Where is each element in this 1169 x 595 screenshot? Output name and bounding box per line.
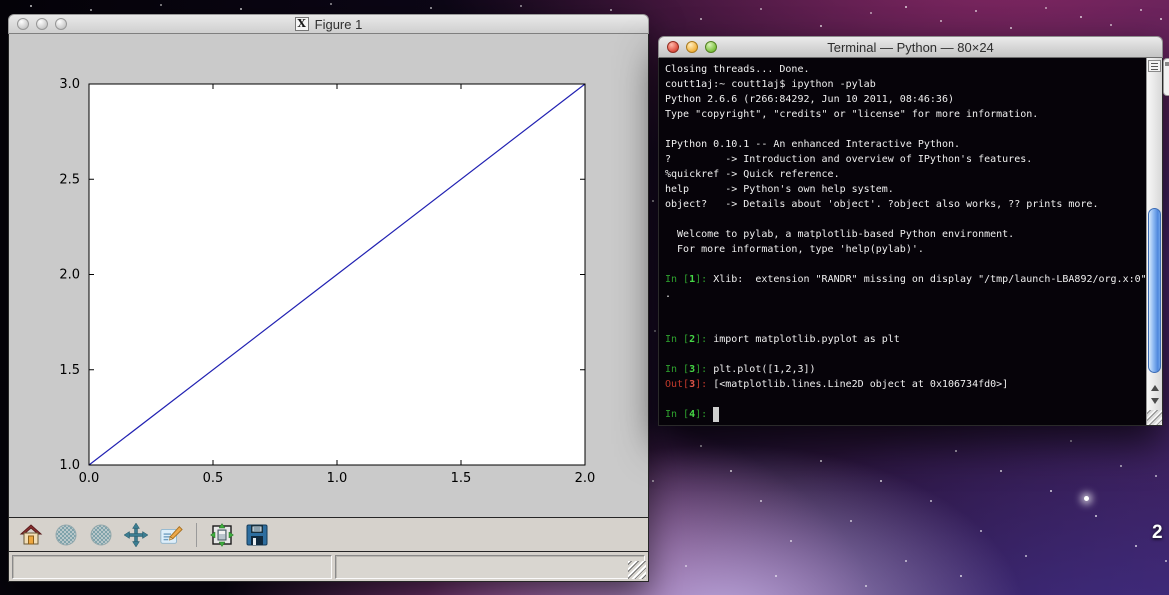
- toolbar-separator: [196, 522, 197, 547]
- terminal-line: coutt1aj:~ coutt1aj$ ipython -pylab: [665, 79, 876, 90]
- x-tick-label: 1.5: [451, 471, 472, 486]
- matplotlib-toolbar: [9, 517, 648, 551]
- save-icon[interactable]: [245, 523, 269, 547]
- scroll-down-arrow-icon[interactable]: [1147, 394, 1162, 407]
- figure-statusbar: [9, 551, 648, 581]
- terminal-line: %quickref -> Quick reference.: [665, 169, 840, 180]
- terminal-line: In [4]:: [665, 407, 1146, 422]
- x-tick-label: 2.0: [575, 471, 596, 486]
- terminal-window: Terminal — Python — 80×24 Closing thread…: [658, 36, 1163, 426]
- figure-body: 0.0 0.5 1.0 1.5 2.0 1.0 1.5 2.0 2.5 3.0: [8, 34, 649, 582]
- terminal-line: Closing threads... Done.: [665, 64, 810, 75]
- figure-window-title: Figure 1: [314, 16, 363, 32]
- terminal-line: .: [665, 289, 672, 300]
- terminal-text[interactable]: Closing threads... Done. coutt1aj:~ coutt…: [659, 58, 1146, 425]
- x11-icon: X: [294, 17, 309, 31]
- y-tick-label: 1.5: [59, 363, 80, 378]
- terminal-line: In [2]: import matplotlib.pyplot as plt: [665, 334, 900, 345]
- terminal-line: Python 2.6.6 (r266:84292, Jun 10 2011, 0…: [665, 94, 954, 105]
- x-tick-label: 1.0: [327, 471, 348, 486]
- desktop-icon-label: 2: [1152, 522, 1163, 543]
- terminal-line: In [3]: plt.plot([1,2,3]): [665, 364, 816, 375]
- zoom-rect-icon[interactable]: [159, 523, 183, 547]
- scrollbar-widget-icon[interactable]: [1148, 60, 1161, 72]
- subplots-icon[interactable]: [210, 522, 234, 547]
- terminal-line: In [1]: Xlib: extension "RANDR" missing …: [665, 274, 1146, 285]
- terminal-scrollbar[interactable]: [1146, 58, 1162, 425]
- terminal-line: Welcome to pylab, a matplotlib-based Pyt…: [665, 229, 1015, 240]
- terminal-cursor: [713, 407, 720, 422]
- figure-resize-grip[interactable]: [628, 561, 646, 579]
- terminal-line: object? -> Details about 'object'. ?obje…: [665, 199, 1099, 210]
- forward-icon[interactable]: [89, 523, 113, 547]
- figure-titlebar[interactable]: X Figure 1: [8, 14, 649, 34]
- y-tick-label: 3.0: [59, 77, 80, 92]
- figure-window: X Figure 1 0.0 0.5 1.0 1.5 2.0 1.0 1.5 2.0 2.5 3.…: [8, 14, 649, 582]
- background-window-fragment: [1163, 58, 1169, 96]
- terminal-line: Type "copyright", "credits" or "license"…: [665, 109, 1039, 120]
- status-message-right: [335, 554, 645, 579]
- status-message-left: [12, 554, 332, 579]
- terminal-line: IPython 0.10.1 -- An enhanced Interactiv…: [665, 139, 961, 150]
- scrollbar-thumb[interactable]: [1148, 208, 1161, 373]
- home-icon[interactable]: [19, 523, 43, 547]
- pan-icon[interactable]: [124, 522, 148, 547]
- terminal-content[interactable]: Closing threads... Done. coutt1aj:~ coutt…: [658, 58, 1163, 426]
- terminal-line: help -> Python's own help system.: [665, 184, 894, 195]
- figure-canvas-svg[interactable]: 0.0 0.5 1.0 1.5 2.0 1.0 1.5 2.0 2.5 3.0: [9, 34, 648, 517]
- wallpaper-stars: [652, 200, 654, 202]
- terminal-titlebar[interactable]: Terminal — Python — 80×24: [658, 36, 1163, 58]
- terminal-line: Out[3]: [<matplotlib.lines.Line2D object…: [665, 379, 1009, 390]
- wallpaper-stars: [30, 5, 32, 7]
- terminal-resize-grip[interactable]: [1147, 410, 1162, 425]
- y-tick-label: 1.0: [59, 458, 80, 473]
- terminal-line: For more information, type 'help(pylab)'…: [665, 244, 924, 255]
- wallpaper-bright-star: [1084, 496, 1089, 501]
- x-tick-label: 0.5: [203, 471, 224, 486]
- terminal-line: ? -> Introduction and overview of IPytho…: [665, 154, 1033, 165]
- x-tick-label: 0.0: [79, 471, 100, 486]
- y-tick-label: 2.5: [59, 172, 80, 187]
- terminal-window-title: Terminal — Python — 80×24: [827, 39, 994, 55]
- back-icon[interactable]: [54, 523, 78, 547]
- y-tick-label: 2.0: [59, 268, 80, 283]
- scroll-up-arrow-icon[interactable]: [1147, 381, 1162, 394]
